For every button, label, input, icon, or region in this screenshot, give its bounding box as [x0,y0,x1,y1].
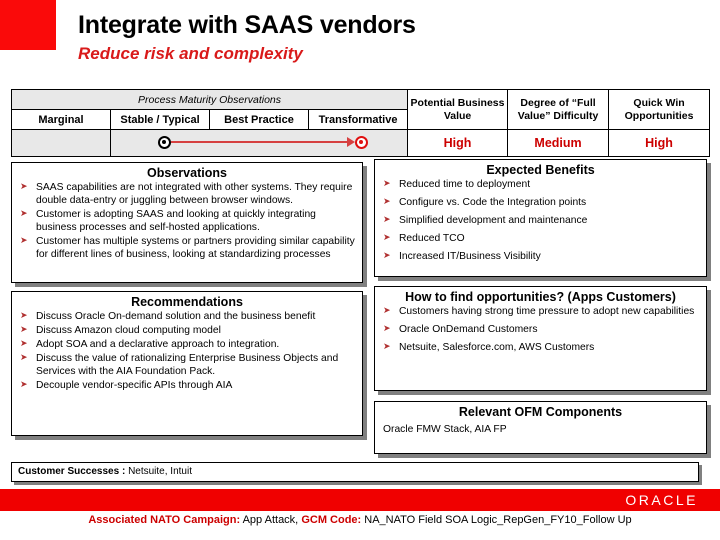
expected-benefits-title: Expected Benefits [486,163,595,177]
list-item: Discuss Amazon cloud computing model [18,325,356,338]
recommendations-title: Recommendations [131,295,243,309]
table-row: High Medium High [11,129,711,157]
customer-successes-label: Customer Successes : [18,466,126,477]
list-item: Discuss Oracle On-demand solution and th… [18,311,356,324]
value-full-value-difficulty: Medium [507,129,610,157]
brand-red-square-logo [0,0,56,50]
list-item: Customer has multiple systems or partner… [18,236,356,262]
header-full-value-difficulty: Degree of “Full Value” Difficulty [507,89,610,130]
recommendations-list: Discuss Oracle On-demand solution and th… [12,311,362,393]
list-item: Simplified development and maintenance [381,215,700,228]
list-item: Reduced TCO [381,233,700,246]
target-state-marker-icon [355,136,368,149]
oracle-wordmark: ORACLE [625,492,698,508]
list-item: Adopt SOA and a declarative approach to … [18,339,356,352]
list-item: SAAS capabilities are not integrated wit… [18,182,356,208]
footer-gcm-value: NA_NATO Field SOA Logic_RepGen_FY10_Foll… [364,514,632,526]
stage-header-best-practice: Best Practice [209,109,309,130]
header-quick-win-opportunities: Quick Win Opportunities [608,89,711,130]
page-title: Integrate with SAAS vendors [78,11,416,39]
stage-header-transformative: Transformative [307,109,409,130]
list-item: Netsuite, Salesforce.com, AWS Customers [381,342,700,355]
page-subtitle: Reduce risk and complexity [78,44,303,63]
find-opportunities-list: Customers having strong time pressure to… [375,306,706,355]
list-item: Customers having strong time pressure to… [381,306,700,319]
maturity-scale [111,130,407,156]
list-item: Increased IT/Business Visibility [381,251,700,264]
observations-list: SAAS capabilities are not integrated wit… [12,182,362,262]
current-state-marker-icon [158,136,171,149]
observations-title: Observations [147,166,227,180]
list-item: Decouple vendor-specific APIs through AI… [18,380,356,393]
value-quick-win-opportunities: High [608,129,711,157]
stage-header-stable-typical: Stable / Typical [110,109,210,130]
recommendations-panel: Recommendations Discuss Oracle On-demand… [11,291,363,436]
expected-benefits-panel: Expected Benefits Reduced time to deploy… [374,159,707,277]
header-process-maturity: Process Maturity Observations [10,89,409,110]
scale-cell-marginal [11,129,111,157]
value-potential-business-value: High [407,129,509,157]
customer-successes-value: Netsuite, Intuit [128,466,192,477]
progress-arrow-line-icon [171,141,348,143]
oracle-brand-bar: ORACLE [0,489,720,511]
header-potential-business-value: Potential Business Value [407,89,509,130]
expected-benefits-list: Reduced time to deployment Configure vs.… [375,179,706,264]
progress-arrow-head-icon [347,137,355,147]
ofm-components-title: Relevant OFM Components [458,405,623,419]
table-header-row-group: Process Maturity Observations Potential … [10,89,711,130]
list-item: Configure vs. Code the Integration point… [381,197,700,210]
list-item: Customer is adopting SAAS and looking at… [18,209,356,235]
find-opportunities-panel: How to find opportunities? (Apps Custome… [374,286,707,391]
stage-header-marginal: Marginal [11,109,111,130]
footer-campaign-label: Associated NATO Campaign: [88,514,241,526]
slide-canvas: Integrate with SAAS vendors Reduce risk … [0,0,720,540]
list-item: Discuss the value of rationalizing Enter… [18,353,356,379]
list-item: Oracle OnDemand Customers [381,324,700,337]
observations-panel: Observations SAAS capabilities are not i… [11,162,363,283]
find-opportunities-title: How to find opportunities? (Apps Custome… [405,290,676,304]
ofm-components-panel: Relevant OFM Components Oracle FMW Stack… [374,401,707,454]
customer-successes-bar: Customer Successes : Netsuite, Intuit [11,462,699,482]
process-maturity-table: Process Maturity Observations Potential … [10,89,711,157]
ofm-components-text: Oracle FMW Stack, AIA FP [383,424,507,435]
footer-gcm-label: GCM Code: [301,514,362,526]
footer-campaign-value: App Attack, [242,514,299,526]
list-item: Reduced time to deployment [381,179,700,192]
scale-cell-progress [109,129,409,157]
footer-campaign-note: Associated NATO Campaign: App Attack, GC… [0,514,720,526]
